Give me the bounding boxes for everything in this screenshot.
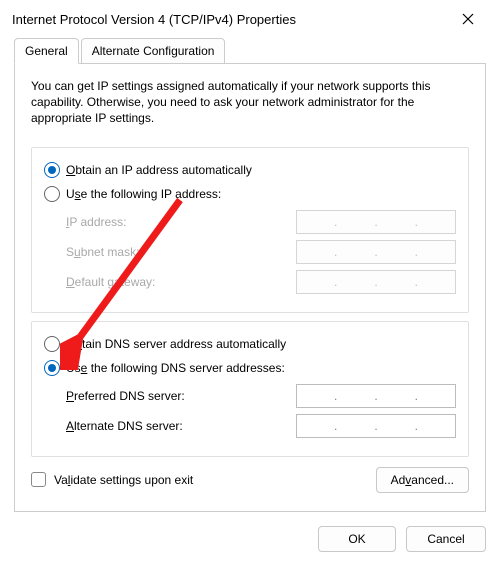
radio-use-following-ip[interactable]: Use the following IP address:	[44, 186, 456, 202]
radio-obtain-ip-auto[interactable]: Obtain an IP address automatically	[44, 162, 456, 178]
radio-label: Obtain DNS server address automatically	[66, 337, 286, 351]
input-alternate-dns[interactable]	[296, 414, 456, 438]
radio-icon	[44, 162, 60, 178]
ip-group: Obtain an IP address automatically Use t…	[31, 147, 469, 313]
checkbox-label: Validate settings upon exit	[54, 473, 193, 487]
radio-label: Obtain an IP address automatically	[66, 163, 252, 177]
titlebar: Internet Protocol Version 4 (TCP/IPv4) P…	[0, 0, 500, 38]
input-subnet-mask	[296, 240, 456, 264]
tab-panel-general: You can get IP settings assigned automat…	[14, 64, 486, 512]
row-alternate-dns: Alternate DNS server:	[66, 414, 456, 438]
row-default-gateway: Default gateway:	[66, 270, 456, 294]
tab-alternate-configuration[interactable]: Alternate Configuration	[81, 38, 226, 64]
row-preferred-dns: Preferred DNS server:	[66, 384, 456, 408]
close-button[interactable]	[448, 5, 488, 33]
radio-label: Use the following IP address:	[66, 187, 221, 201]
ok-button[interactable]: OK	[318, 526, 396, 552]
radio-use-following-dns[interactable]: Use the following DNS server addresses:	[44, 360, 456, 376]
label-preferred-dns: Preferred DNS server:	[66, 389, 284, 403]
label-alternate-dns: Alternate DNS server:	[66, 419, 284, 433]
intro-text: You can get IP settings assigned automat…	[31, 78, 469, 127]
cancel-button[interactable]: Cancel	[406, 526, 486, 552]
checkbox-icon	[31, 472, 46, 487]
close-icon	[462, 13, 474, 25]
radio-obtain-dns-auto[interactable]: Obtain DNS server address automatically	[44, 336, 456, 352]
label-ip-address: IP address:	[66, 215, 284, 229]
input-preferred-dns[interactable]	[296, 384, 456, 408]
window-title: Internet Protocol Version 4 (TCP/IPv4) P…	[12, 12, 296, 27]
label-default-gateway: Default gateway:	[66, 275, 284, 289]
tab-strip: General Alternate Configuration	[14, 38, 486, 64]
dns-group: Obtain DNS server address automatically …	[31, 321, 469, 457]
row-ip-address: IP address:	[66, 210, 456, 234]
input-ip-address	[296, 210, 456, 234]
radio-label: Use the following DNS server addresses:	[66, 361, 285, 375]
radio-icon	[44, 360, 60, 376]
radio-icon	[44, 336, 60, 352]
advanced-button[interactable]: Advanced...	[376, 467, 469, 493]
checkbox-validate-on-exit[interactable]: Validate settings upon exit	[31, 472, 193, 487]
label-subnet-mask: Subnet mask:	[66, 245, 284, 259]
radio-icon	[44, 186, 60, 202]
dialog-footer: OK Cancel	[14, 526, 486, 552]
row-subnet-mask: Subnet mask:	[66, 240, 456, 264]
tab-general[interactable]: General	[14, 38, 79, 64]
input-default-gateway	[296, 270, 456, 294]
